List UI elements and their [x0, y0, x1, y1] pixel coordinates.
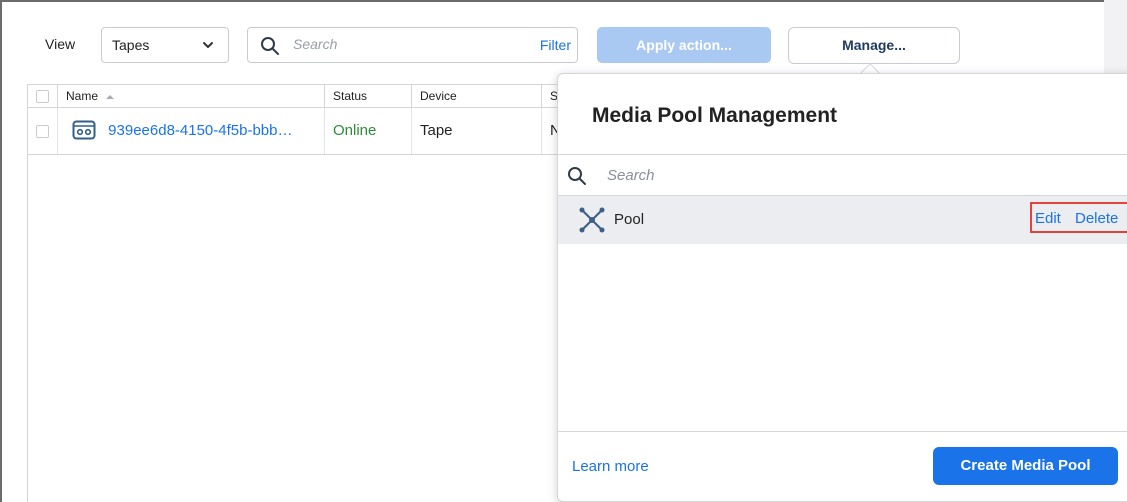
filter-link[interactable]: Filter	[540, 37, 571, 53]
apply-action-button[interactable]: Apply action...	[597, 27, 771, 63]
row-device-cell: Tape	[411, 108, 541, 154]
column-header-status[interactable]: Status	[324, 85, 411, 108]
divider	[558, 431, 1127, 432]
search-icon	[261, 37, 279, 55]
popover-title: Media Pool Management	[592, 104, 838, 127]
column-name-label: Name	[66, 89, 99, 103]
media-pool-popover: Media Pool Management Search Pool Edit D…	[557, 73, 1127, 502]
row-name-text: 939ee6d8-4150-4f5b-bbb…	[108, 122, 293, 139]
chevron-down-icon	[203, 42, 213, 48]
table-row[interactable]: 939ee6d8-4150-4f5b-bbb… Online Tape N	[28, 108, 561, 155]
row-name-cell[interactable]: 939ee6d8-4150-4f5b-bbb…	[57, 108, 324, 154]
row-status-cell: Online	[324, 108, 411, 154]
column-header-device[interactable]: Device	[411, 85, 541, 108]
tape-icon	[72, 120, 96, 140]
frame-border-left	[0, 0, 2, 502]
search-placeholder: Search	[293, 36, 338, 52]
select-all-checkbox[interactable]	[36, 90, 49, 103]
row-checkbox[interactable]	[36, 125, 49, 138]
sort-up-icon	[106, 94, 115, 99]
manage-button[interactable]: Manage...	[788, 27, 960, 64]
learn-more-link[interactable]: Learn more	[572, 458, 649, 475]
frame-border-top	[0, 0, 1104, 2]
column-header-name[interactable]: Name	[57, 85, 324, 108]
view-label: View	[45, 36, 76, 52]
search-input[interactable]: Search Filter	[247, 27, 578, 63]
view-select-value: Tapes	[112, 37, 150, 53]
list-item[interactable]: Pool Edit Delete	[558, 196, 1127, 244]
column-status-label: Status	[333, 89, 368, 103]
delete-link[interactable]: Delete	[1075, 210, 1118, 227]
view-select[interactable]: Tapes	[101, 27, 229, 63]
column-device-label: Device	[420, 89, 457, 103]
pool-name: Pool	[614, 211, 645, 228]
table-header: Name Status Device S	[28, 84, 558, 108]
edit-link[interactable]: Edit	[1035, 210, 1061, 227]
tapes-table: Name Status Device S 939ee6d8-4150-4f5b-…	[27, 84, 561, 502]
divider	[558, 154, 1127, 155]
create-media-pool-button[interactable]: Create Media Pool	[933, 447, 1118, 485]
pool-search-input[interactable]: Search	[607, 167, 655, 184]
pool-icon	[579, 207, 605, 233]
search-icon	[568, 167, 586, 185]
